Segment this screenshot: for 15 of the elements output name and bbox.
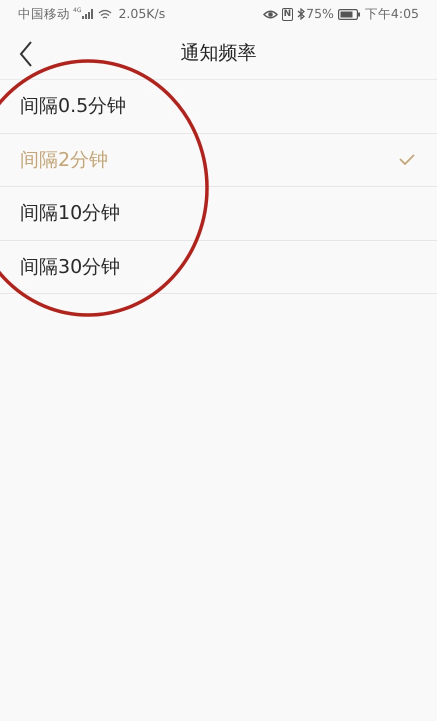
checkmark-icon bbox=[399, 154, 415, 166]
battery-percent-text: 75% bbox=[306, 4, 334, 23]
frequency-option[interactable]: 间隔0.5分钟 bbox=[0, 80, 437, 134]
clock-text: 下午4:05 bbox=[364, 4, 419, 23]
nfc-text: N bbox=[282, 8, 294, 20]
eye-icon bbox=[262, 8, 278, 20]
wifi-icon bbox=[98, 8, 112, 20]
page-title: 通知频率 bbox=[180, 41, 256, 66]
network-speed-text: 2.05K/s bbox=[118, 4, 166, 23]
battery-icon bbox=[338, 8, 360, 20]
frequency-option[interactable]: 间隔30分钟 bbox=[0, 240, 437, 294]
frequency-option[interactable]: 间隔10分钟 bbox=[0, 187, 437, 240]
signal-icon bbox=[82, 9, 94, 19]
bluetooth-icon bbox=[297, 8, 306, 20]
carrier-text: 中国移动 bbox=[18, 4, 70, 23]
